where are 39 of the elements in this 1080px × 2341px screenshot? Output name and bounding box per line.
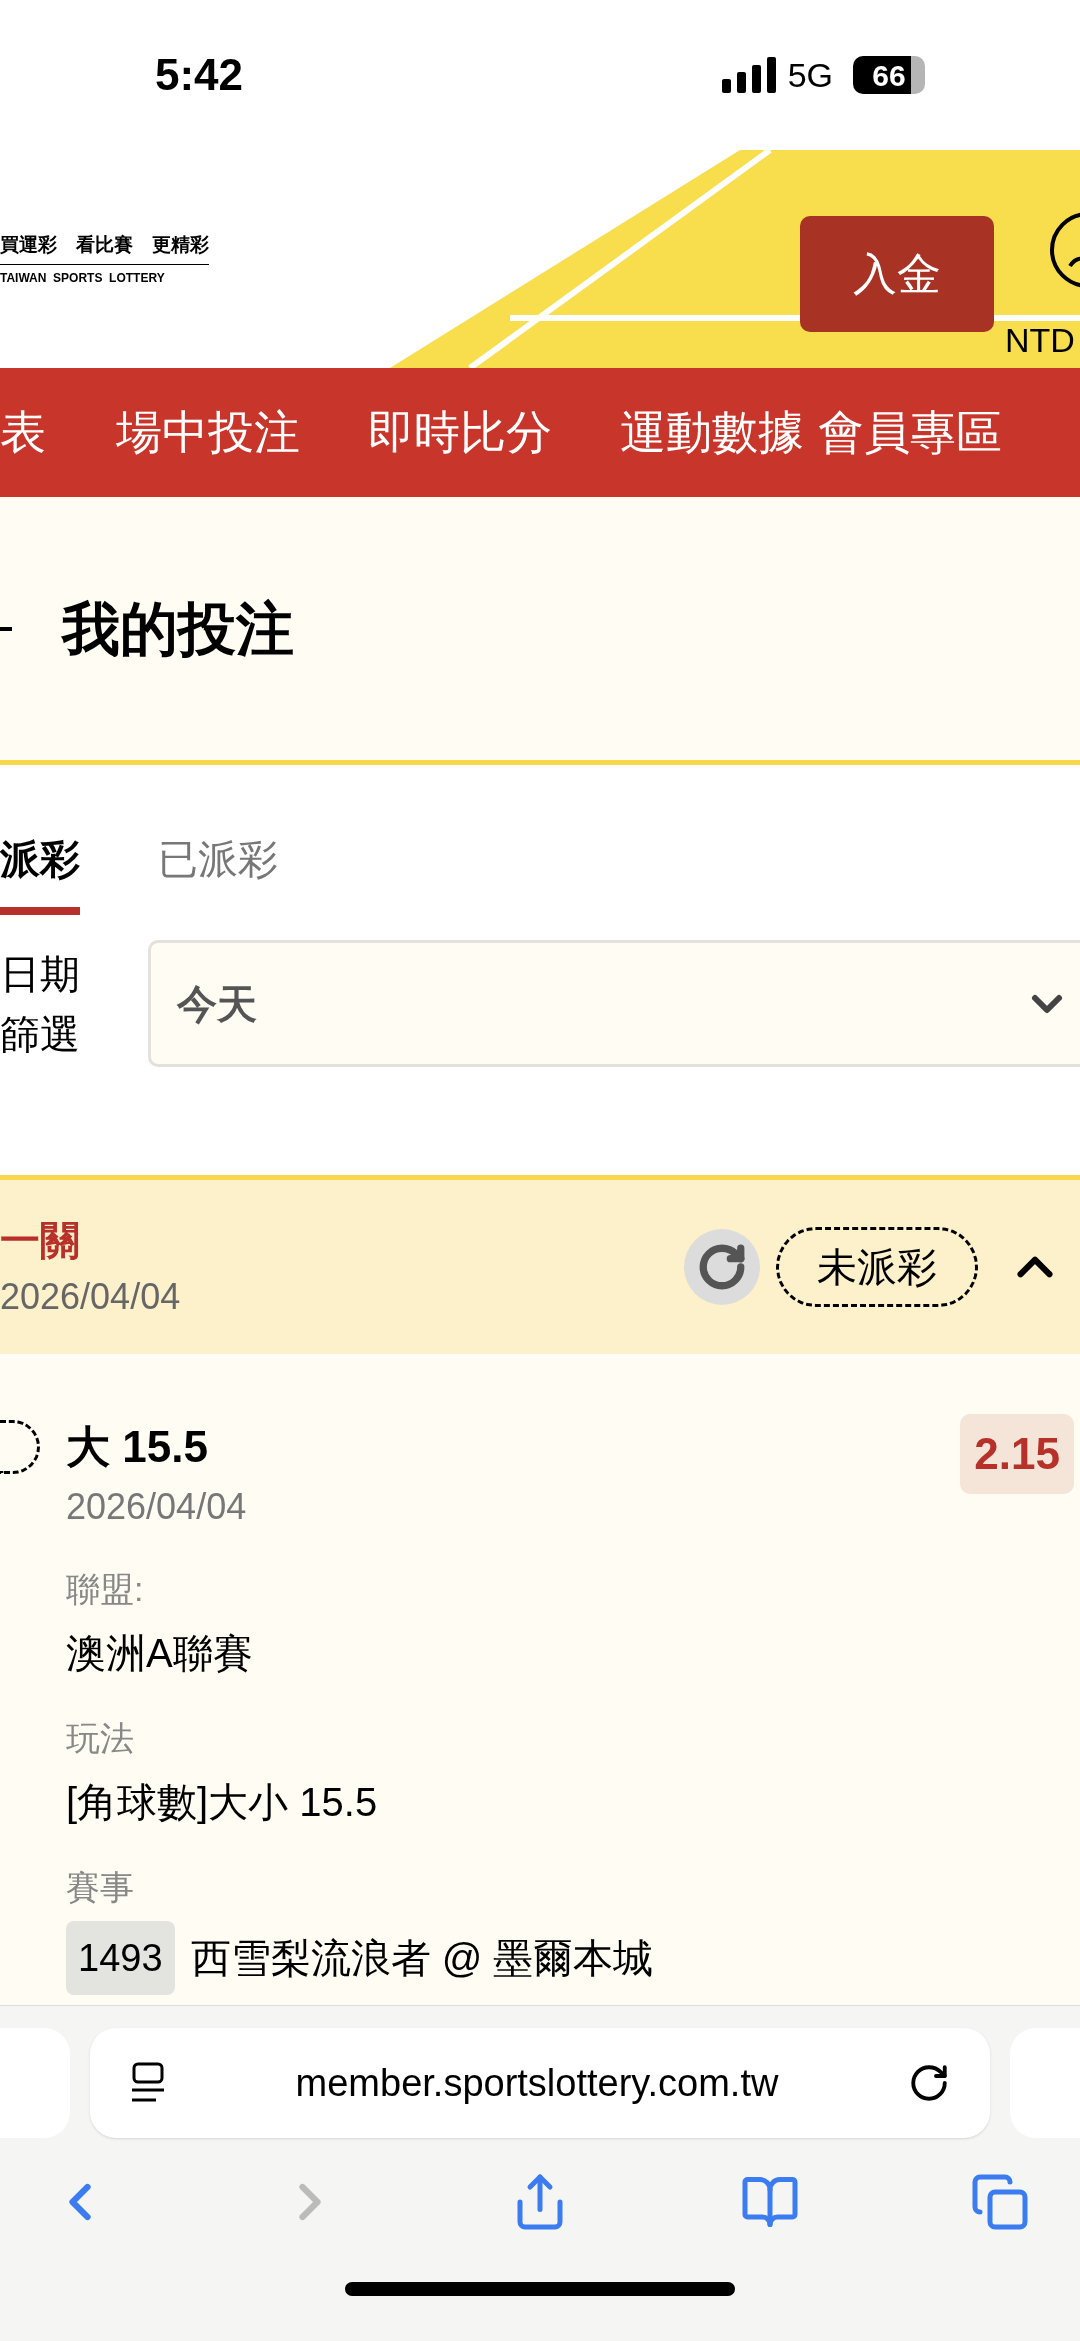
refresh-icon [697,1242,747,1292]
field-value: [角球數]大小 15.5 [66,1779,378,1826]
field-value: 西雪梨流浪者 @ 墨爾本城 [190,1935,654,1982]
match-number: 1493 [66,1921,175,1995]
status-time: 5:42 [155,49,244,101]
field-value: 澳洲A聯賽 [66,1630,253,1677]
field-label: 賽事 [66,1867,135,1908]
reader-icon [130,2062,166,2104]
battery-indicator: 66 [853,56,925,94]
address-bar[interactable]: member.sportslottery.com.tw [90,2028,990,2138]
brand-text: TAIWAN SPORTS LOTTERY [0,269,166,287]
bet-date: 2026/04/04 [0,1275,182,1319]
nav-link[interactable]: 場中投注 [116,398,300,467]
filter-label: 篩選 [0,1010,81,1058]
nav-link[interactable]: 即時比分 [368,398,552,467]
nav-link[interactable]: 表 [0,398,46,467]
deposit-button[interactable]: 入金 [800,216,994,332]
url-text: member.sportslottery.com.tw [295,2060,779,2106]
tab[interactable]: 已派彩 [158,829,278,915]
field-label: 玩法 [66,1718,135,1759]
currency-label: NTD [1005,320,1075,361]
page-title: 我的投注 [62,595,294,663]
status-pill: 未派彩 [776,1227,978,1307]
reload-icon[interactable] [908,2062,950,2104]
slogan-text: 買運彩 看比賽 更精彩 [0,231,209,265]
signal-icon [721,57,776,93]
network-label: 5G [787,54,833,96]
field-label: 聯盟: [66,1569,145,1610]
bet-title: 一關 [0,1217,81,1264]
tab[interactable]: 派彩 [0,829,80,915]
date-select[interactable]: 今天 [148,940,1080,1067]
tabs-icon[interactable] [970,2172,1030,2232]
filter-label: 日期 [0,950,81,998]
selection-pick: 大 15.5 [66,1421,209,1473]
nav-link[interactable]: 運動數據 [620,398,804,467]
selection-date: 2026/04/04 [66,1485,248,1529]
selection-radio[interactable] [0,1420,40,1474]
odds-badge: 2.15 [960,1414,1074,1494]
nav-link[interactable]: 會員專區 [818,398,1002,467]
